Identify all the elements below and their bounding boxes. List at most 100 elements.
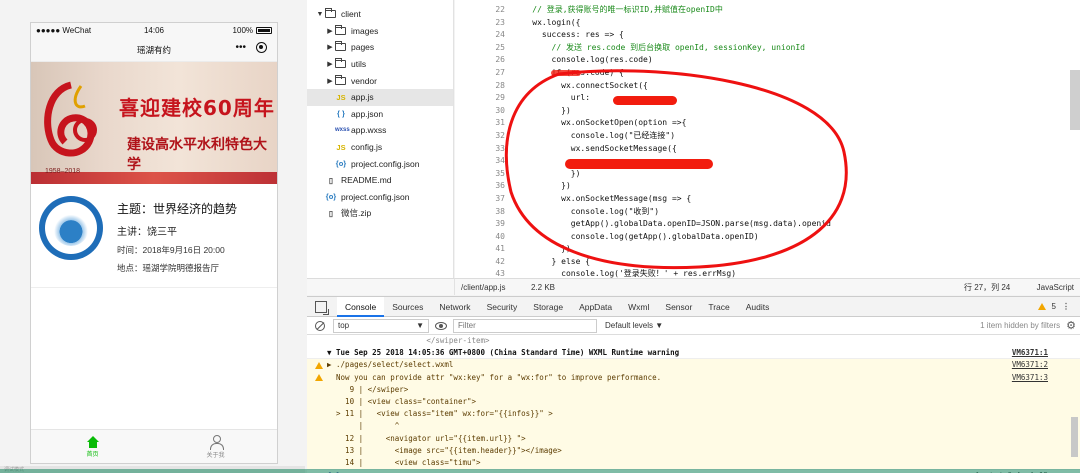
tab-wxml[interactable]: Wxml (620, 297, 657, 317)
line-number: 22 (495, 5, 505, 14)
line-number: 27 (495, 67, 505, 77)
editor-scrollbar[interactable] (1070, 70, 1080, 130)
tab-about-label: 关于我 (206, 452, 225, 459)
source-link[interactable]: VM6371:1 (1012, 347, 1048, 359)
tree-status-bar (307, 278, 455, 295)
line-number: 26 (495, 55, 505, 65)
live-expression-icon[interactable] (435, 321, 447, 330)
code-line[interactable]: // 登录,获得账号的唯一标识ID,并赋值在openID中 (513, 4, 831, 17)
chevron-right-icon[interactable]: ▶ (325, 43, 335, 51)
js-file-icon: JS (336, 92, 346, 102)
doc-file-icon: ▯ (328, 175, 334, 185)
tab-audits[interactable]: Audits (738, 297, 778, 317)
log-levels-select[interactable]: Default levels ▼ (605, 321, 663, 330)
line-number: 37 (495, 193, 505, 203)
line-number: 29 (495, 93, 505, 103)
code-line[interactable]: success: res => { (513, 29, 831, 42)
line-number: 34 (495, 156, 505, 166)
event-speaker: 主讲：饶三平 (117, 227, 177, 238)
doc-file-icon: ▯ (328, 208, 334, 218)
tree-item[interactable]: JS app.js (307, 88, 453, 106)
tree-item[interactable]: ▯ 微信.zip (307, 205, 453, 222)
chevron-right-icon[interactable]: ▶ (325, 27, 335, 35)
clear-console-icon[interactable] (315, 320, 325, 331)
more-dots-icon[interactable]: ••• (235, 42, 246, 53)
event-card[interactable]: 主题：世界经济的趋势 主讲：饶三平 时间：2018年9月16日 20:00 地点… (31, 184, 277, 288)
chevron-down-icon[interactable]: ▼ (315, 11, 325, 18)
code-editor[interactable]: 22 23 24 25 26 27 28 29 30 31 32 33 34 35 36 37 38 39 40 41… (455, 0, 1080, 278)
language-mode[interactable]: JavaScript (1029, 283, 1074, 292)
tree-item-label: project.config.json (351, 158, 420, 169)
menu-capsule[interactable]: ••• (235, 42, 267, 53)
line-number: 25 (495, 42, 505, 52)
settings-gear-icon[interactable]: ⚙ (1066, 319, 1080, 332)
tab-sources[interactable]: Sources (384, 297, 431, 317)
console-scrollbar[interactable] (1071, 417, 1078, 457)
close-target-icon[interactable] (256, 42, 267, 53)
banner-headline: 喜迎建校60周年 (119, 96, 275, 120)
folder-icon (335, 74, 346, 85)
warning-count[interactable]: 5 (1052, 302, 1056, 311)
console-toolbar: top ▼ Default levels ▼ 1 item hidden by … (307, 317, 1080, 335)
console-filter-input[interactable] (453, 318, 597, 333)
console-message-text: 14 | <view class="timu"> (327, 457, 481, 467)
annotation-ellipse (504, 69, 848, 270)
tab-appdata[interactable]: AppData (571, 297, 620, 317)
tree-item[interactable]: {o} project.config.json (307, 189, 453, 206)
tab-network[interactable]: Network (431, 297, 478, 317)
console-message[interactable]: ▼ Tue Sep 25 2018 14:05:36 GMT+0800 (Chi… (307, 347, 1080, 360)
line-number: 33 (495, 143, 505, 153)
nav-bar: 瑶湖有约 ••• (31, 38, 277, 62)
cursor-position[interactable]: 行 27，列 24 (964, 282, 1029, 293)
tree-item[interactable]: wxss app.wxss (307, 122, 453, 139)
source-link[interactable]: VM6371:2 (1012, 359, 1048, 371)
console-message: | ^ (307, 420, 1080, 433)
inspect-element-icon[interactable] (315, 300, 329, 315)
event-title: 主题：世界经济的趋势 (117, 202, 238, 216)
tree-item-label: config.js (351, 142, 383, 153)
console-message-text: ▼ Tue Sep 25 2018 14:05:36 GMT+0800 (Chi… (327, 348, 680, 358)
file-size: 2.2 KB (531, 282, 556, 292)
tree-item-label: pages (351, 42, 375, 53)
console-message-text: Now you can provide attr "wx:key" for a … (327, 372, 662, 382)
anniversary-banner[interactable]: 喜迎建校60周年 建设高水平水利特色大学 1958–2018 (31, 62, 277, 184)
tab-console[interactable]: Console (337, 296, 385, 317)
warning-icon (315, 372, 327, 384)
console-message-text: | ^ (327, 421, 400, 431)
chevron-right-icon[interactable]: ▶ (325, 60, 335, 68)
code-line[interactable]: wx.login({ (513, 17, 831, 30)
file-tree: ▼ client ▶ images ▶ pages ▶ utils ▶ vendor JS app.j… (307, 0, 454, 278)
tree-item-label: README.md (341, 175, 392, 186)
tab-storage[interactable]: Storage (525, 297, 571, 317)
tree-item[interactable]: ▯ README.md (307, 172, 453, 189)
file-path: /client/app.js (461, 282, 506, 292)
chevron-right-icon[interactable]: ▶ (325, 77, 335, 85)
tree-item[interactable]: ▶ pages (307, 39, 453, 56)
tree-item[interactable]: {o} project.config.json (307, 155, 453, 172)
clock: 14:06 (143, 26, 165, 35)
battery-level: 100% (232, 26, 254, 35)
tab-sensor[interactable]: Sensor (657, 297, 700, 317)
tree-item[interactable]: ▶ images (307, 23, 453, 40)
home-icon (86, 435, 100, 448)
tree-item-label: app.js (351, 92, 374, 103)
tree-item[interactable]: { } app.json (307, 106, 453, 123)
context-select[interactable]: top ▼ (333, 318, 429, 333)
tab-about[interactable]: 关于我 (154, 430, 277, 463)
json-file-icon: { } (337, 109, 345, 119)
code-line[interactable]: // 发送 res.code 到后台换取 openId, sessionKey,… (513, 42, 831, 55)
user-icon (209, 434, 224, 450)
folder-icon (335, 41, 346, 52)
line-number: 32 (495, 130, 505, 140)
tree-item[interactable]: ▼ client (307, 6, 453, 23)
tree-item[interactable]: JS config.js (307, 139, 453, 156)
sixty-logo-icon (44, 81, 97, 157)
tab-security[interactable]: Security (479, 297, 526, 317)
tree-item[interactable]: ▶ vendor (307, 72, 453, 89)
json-file-icon: {o} (325, 192, 337, 202)
tab-home[interactable]: 首页 (31, 430, 154, 463)
tab-trace[interactable]: Trace (700, 297, 737, 317)
source-link[interactable]: VM6371:3 (1012, 372, 1048, 384)
tree-item[interactable]: ▶ utils (307, 56, 453, 73)
more-menu-icon[interactable]: ⋮ (1062, 302, 1070, 311)
